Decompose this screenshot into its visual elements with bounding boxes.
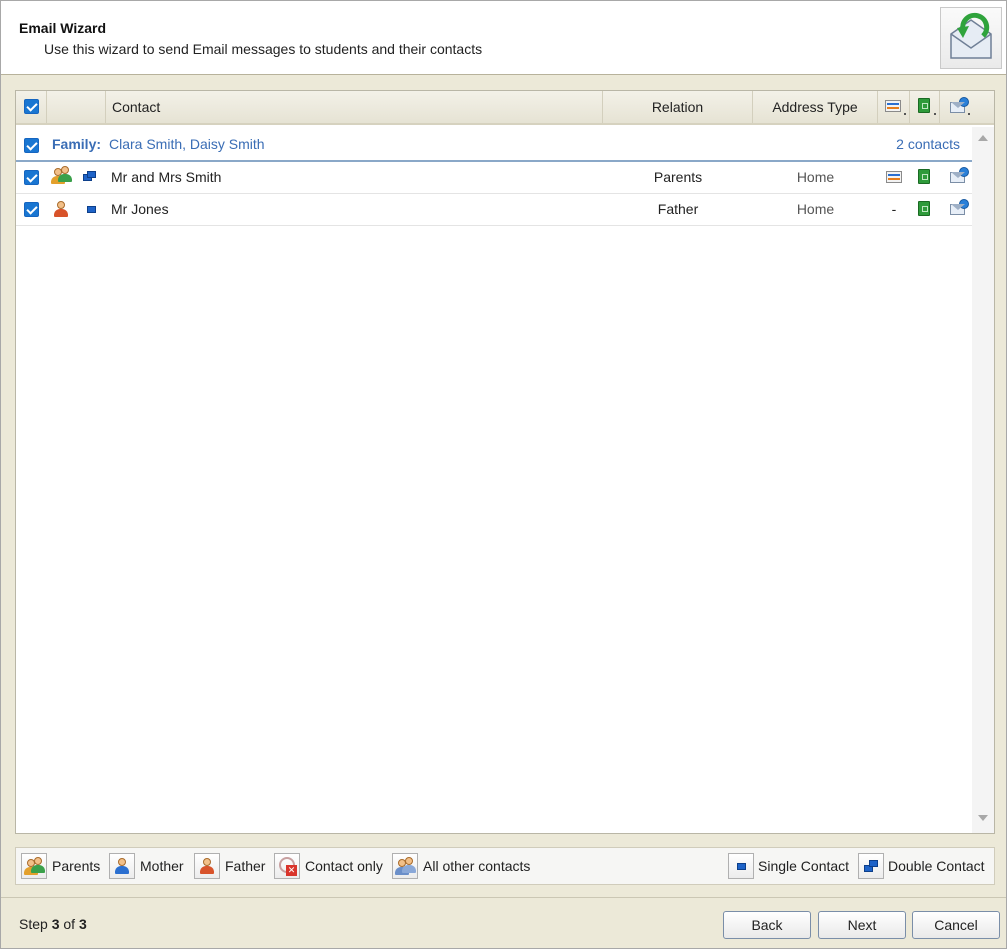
icon-legend: Parents Mother Father ✕ Contact only All… <box>15 847 995 885</box>
step-current: 3 <box>51 916 60 932</box>
wizard-title: Email Wizard <box>19 20 107 36</box>
table-row[interactable]: Mr Jones Father Home - <box>16 194 972 226</box>
scroll-up-icon[interactable] <box>978 135 988 141</box>
book-icon <box>918 98 930 113</box>
single-contact-icon <box>87 206 96 213</box>
header-icon-cell <box>47 91 106 123</box>
row-relation: Parents <box>653 169 703 185</box>
address-card-icon <box>885 100 901 112</box>
book-icon[interactable] <box>918 169 930 184</box>
family-checkbox[interactable] <box>24 138 39 153</box>
email-icon <box>950 97 969 113</box>
header-book-cell[interactable] <box>910 91 940 123</box>
double-contact-icon <box>858 853 884 879</box>
header-email-cell[interactable] <box>940 91 972 123</box>
father-icon <box>54 201 68 217</box>
header-select-cell <box>16 91 47 123</box>
family-group-row[interactable]: Family: Clara Smith, Daisy Smith 2 conta… <box>16 127 972 162</box>
contacts-grid: Contact Relation Address Type Family: Cl… <box>15 90 995 834</box>
header-address-card-cell[interactable] <box>878 91 910 123</box>
legend-all-other: All other contacts <box>423 858 531 874</box>
email-wizard-window: Email Wizard Use this wizard to send Ema… <box>0 0 1007 949</box>
row-relation: Father <box>657 201 699 217</box>
scroll-down-icon[interactable] <box>978 815 988 821</box>
row-contact: Mr and Mrs Smith <box>111 169 222 185</box>
envelope-refresh-icon <box>940 7 1002 69</box>
dropdown-dot-icon <box>934 113 936 115</box>
family-label: Family: <box>52 136 102 152</box>
legend-mother: Mother <box>140 858 184 874</box>
wizard-header: Email Wizard Use this wizard to send Ema… <box>1 1 1006 75</box>
step-prefix: Step <box>19 916 52 932</box>
dropdown-dot-icon <box>968 113 970 115</box>
father-icon <box>194 853 220 879</box>
wizard-subtitle: Use this wizard to send Email messages t… <box>44 41 483 57</box>
grid-header: Contact Relation Address Type <box>16 91 994 125</box>
row-address-value: - <box>891 201 897 217</box>
header-address-type[interactable]: Address Type <box>753 91 878 123</box>
email-icon[interactable] <box>950 167 969 183</box>
all-other-contacts-icon <box>392 853 418 879</box>
header-contact[interactable]: Contact <box>106 91 603 123</box>
back-button[interactable]: Back <box>723 911 811 939</box>
legend-double: Double Contact <box>888 858 985 874</box>
family-members: Clara Smith, Daisy Smith <box>109 136 265 152</box>
parents-icon <box>21 853 47 879</box>
cancel-button[interactable]: Cancel <box>912 911 1000 939</box>
vertical-scrollbar[interactable] <box>972 127 994 833</box>
footer-divider <box>1 897 1006 898</box>
legend-single: Single Contact <box>758 858 850 874</box>
email-icon[interactable] <box>950 199 969 215</box>
row-checkbox[interactable] <box>24 202 39 217</box>
book-icon[interactable] <box>918 201 930 216</box>
dropdown-dot-icon <box>904 113 906 115</box>
row-contact: Mr Jones <box>111 201 169 217</box>
contact-only-icon: ✕ <box>274 853 300 879</box>
address-card-icon[interactable] <box>886 171 902 183</box>
row-checkbox[interactable] <box>24 170 39 185</box>
family-contact-count: 2 contacts <box>896 136 960 152</box>
select-all-checkbox[interactable] <box>24 99 39 114</box>
legend-contact-only: Contact only <box>305 858 383 874</box>
parents-icon-second <box>58 166 72 182</box>
legend-father: Father <box>225 858 266 874</box>
step-mid: of <box>59 916 79 932</box>
next-button[interactable]: Next <box>818 911 906 939</box>
single-contact-icon <box>728 853 754 879</box>
table-row[interactable]: Mr and Mrs Smith Parents Home <box>16 162 972 194</box>
mother-icon <box>109 853 135 879</box>
legend-parents: Parents <box>52 858 101 874</box>
header-relation[interactable]: Relation <box>603 91 753 123</box>
row-address-type: Home <box>796 169 835 185</box>
step-total: 3 <box>78 916 87 932</box>
step-indicator: Step 3 of 3 <box>19 916 87 932</box>
double-contact-icon-back <box>87 171 96 178</box>
row-address-type: Home <box>796 201 835 217</box>
